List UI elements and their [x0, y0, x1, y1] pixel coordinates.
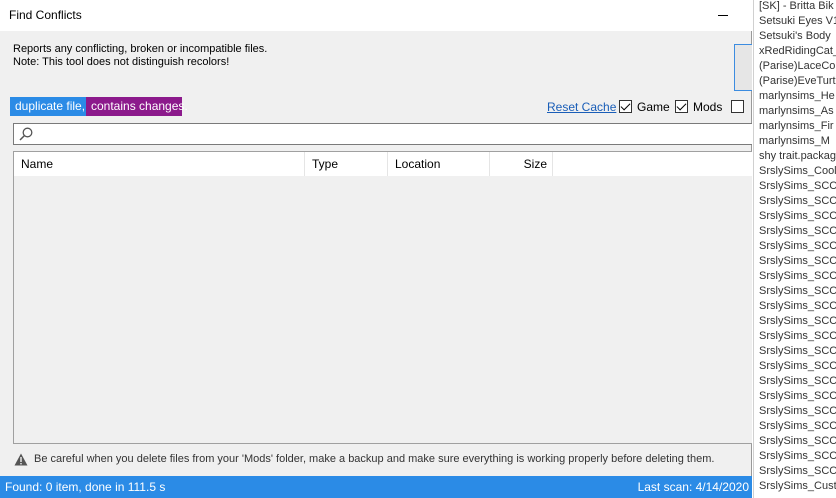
legend-contains-changes: contains changes. [86, 97, 188, 116]
file-list-item[interactable]: SrslySims_SCC [754, 389, 836, 404]
file-list-item[interactable]: SrslySims_SCC [754, 314, 836, 329]
file-list-item[interactable]: marlynsims_M [754, 134, 836, 149]
status-found-count: Found: 0 item, done in 111.5 s [5, 480, 166, 494]
file-list-item[interactable]: SrslySims_Cool [754, 164, 836, 179]
mods-checkbox-box[interactable] [675, 100, 688, 113]
mods-checkbox[interactable]: Mods [675, 99, 722, 114]
file-list-item[interactable]: SrslySims_SCC [754, 254, 836, 269]
file-list-item[interactable]: SrslySims_SCC [754, 419, 836, 434]
file-list-item[interactable]: SrslySims_SCC [754, 239, 836, 254]
file-list-item[interactable]: SrslySims_Cust [754, 479, 836, 494]
find-conflicts-window: Find Conflicts Reports any conflicting, … [0, 0, 752, 498]
file-list-item[interactable]: SrslySims_SCC [754, 299, 836, 314]
title-bar[interactable]: Find Conflicts [0, 0, 752, 31]
file-list-item[interactable]: SrslySims_SCC [754, 374, 836, 389]
other-checkbox[interactable] [731, 99, 744, 114]
column-header-size[interactable]: Size [490, 152, 553, 176]
mods-checkbox-label: Mods [693, 99, 723, 114]
warning-message: Be careful when you delete files from yo… [14, 452, 714, 466]
description-line-2: Note: This tool does not distinguish rec… [13, 56, 230, 68]
file-list-item[interactable]: SrslySims_SCC [754, 404, 836, 419]
search-box[interactable] [13, 123, 752, 145]
column-header-name[interactable]: Name [14, 152, 305, 176]
status-bar: Found: 0 item, done in 111.5 s Last scan… [0, 476, 752, 498]
description-line-1: Reports any conflicting, broken or incom… [13, 43, 268, 55]
file-list-item[interactable]: SrslySims_SCC [754, 179, 836, 194]
file-list-item[interactable]: (Parise)LaceCo [754, 59, 836, 74]
file-list-item[interactable]: SrslySims_SCC [754, 224, 836, 239]
file-list-item[interactable]: SrslySims_SCC [754, 344, 836, 359]
file-list-item[interactable]: marlynsims_He [754, 89, 836, 104]
game-checkbox-label: Game [637, 99, 670, 114]
file-list-item[interactable]: shy trait.packag [754, 149, 836, 164]
search-input[interactable] [38, 126, 738, 142]
file-list-item[interactable]: SrslySims_SCC [754, 269, 836, 284]
file-list-item[interactable]: Setsuki Eyes V1 [754, 14, 836, 29]
file-list-item[interactable]: SrslySims_SCC [754, 329, 836, 344]
column-header-location[interactable]: Location [388, 152, 490, 176]
file-list-item[interactable]: [SK] - Britta Bik [754, 0, 836, 14]
file-list-item[interactable]: SrslySims_SCC [754, 194, 836, 209]
file-list-item[interactable]: marlynsims_As [754, 104, 836, 119]
minimize-button[interactable] [706, 0, 746, 31]
file-list-item[interactable]: Setsuki's Body [754, 29, 836, 44]
file-list-item[interactable]: SrslySims_SCC [754, 284, 836, 299]
warning-icon [14, 453, 28, 465]
background-file-list[interactable]: [SK] - Britta Bik Setsuki Eyes V1 Setsuki'… [753, 0, 836, 498]
status-last-scan: Last scan: 4/14/2020 [637, 480, 749, 494]
file-list-item[interactable]: SrslySims_SCC [754, 209, 836, 224]
game-checkbox-box[interactable] [619, 100, 632, 113]
file-list-item[interactable]: marlynsims_Fir [754, 119, 836, 134]
file-list-item[interactable]: SrslySims_SCC [754, 359, 836, 374]
file-list-item[interactable]: SrslySims_SCC [754, 434, 836, 449]
game-checkbox[interactable]: Game [619, 99, 670, 114]
file-list-item[interactable]: SrslySims_SCC [754, 449, 836, 464]
file-list-item[interactable]: xRedRidingCat_ [754, 44, 836, 59]
window-title: Find Conflicts [9, 8, 82, 22]
file-list-item[interactable]: (Parise)EveTurt [754, 74, 836, 89]
table-header: Name Type Location Size [14, 152, 752, 176]
column-header-type[interactable]: Type [305, 152, 388, 176]
legend-duplicate-file: duplicate file, [10, 97, 86, 116]
search-icon [19, 127, 33, 141]
reset-cache-link[interactable]: Reset Cache [547, 100, 616, 114]
description: Reports any conflicting, broken or incom… [13, 43, 267, 69]
file-list-item[interactable]: SrslySims_SCC [754, 464, 836, 479]
other-checkbox-box[interactable] [731, 100, 744, 113]
warning-text: Be careful when you delete files from yo… [34, 453, 715, 465]
scan-button[interactable] [734, 44, 752, 91]
results-table[interactable]: Name Type Location Size [13, 151, 752, 444]
